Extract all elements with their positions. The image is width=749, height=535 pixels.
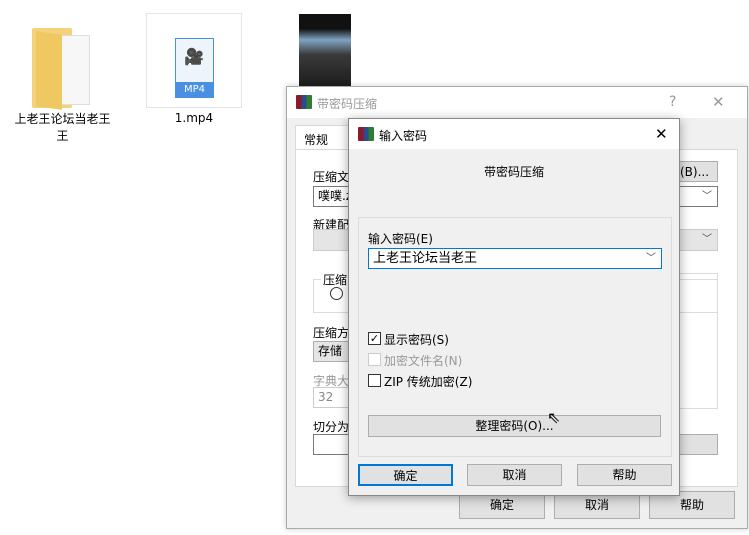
dialog-heading: 带密码压缩 <box>483 165 544 179</box>
folder-icon <box>32 23 94 110</box>
archive-name-label: 压缩文 <box>313 170 350 184</box>
desktop-item-mp4[interactable]: 🎥 MP4 1.mp4 <box>146 13 242 138</box>
method-label: 压缩方 <box>313 326 350 340</box>
video-file-icon: 🎥 MP4 <box>175 38 214 98</box>
help-button[interactable]: 帮助 <box>577 464 672 486</box>
winrar-icon <box>358 127 374 141</box>
show-password-label: 显示密码(S) <box>384 333 449 347</box>
options-box <box>677 273 718 409</box>
mp4-label: 1.mp4 <box>174 111 214 125</box>
dict-value: 32 <box>318 390 334 404</box>
split-label: 切分为 <box>313 420 350 434</box>
folder-label: 上老王论坛当老王 <box>14 112 111 126</box>
browse-button[interactable]: (B)... <box>677 161 718 182</box>
desktop-item-folder[interactable]: 上老王论坛当老王 王 <box>10 15 115 145</box>
zip-legacy-label: ZIP 传统加密(Z) <box>384 375 473 389</box>
format-group-label: 压缩 <box>321 271 350 288</box>
format-radio[interactable] <box>330 287 343 300</box>
mp4-badge: MP4 <box>175 82 214 98</box>
show-password-checkbox[interactable]: ✓ <box>368 332 381 345</box>
encrypt-names-checkbox[interactable] <box>368 353 381 366</box>
chevron-down-icon: ﹀ <box>702 234 712 245</box>
password-dialog: 输入密码 ✕ 带密码压缩 输入密码(E) 上老王论坛当老王 ﹀ ✓ 显示密码(S)… <box>348 118 680 496</box>
video-thumbnail[interactable] <box>299 14 351 88</box>
organize-passwords-button[interactable]: 整理密码(O)... <box>368 415 661 437</box>
chevron-down-icon: ﹀ <box>646 253 656 264</box>
dialog-title: 带密码压缩 <box>317 97 378 111</box>
archive-name-value: 噗噗.z <box>318 189 353 203</box>
folder-label-line2: 王 <box>56 129 69 143</box>
encrypt-names-label: 加密文件名(N) <box>384 354 463 368</box>
help-icon[interactable]: ? <box>669 94 676 110</box>
method-value: 存储 <box>318 344 343 358</box>
ok-button[interactable]: 确定 <box>358 464 453 486</box>
password-value: 上老王论坛当老王 <box>373 251 478 266</box>
chevron-down-icon: ﹀ <box>702 191 712 202</box>
cancel-button[interactable]: 取消 <box>467 464 562 486</box>
winrar-icon <box>296 95 312 109</box>
dialog-title: 输入密码 <box>379 129 428 143</box>
zip-legacy-checkbox[interactable] <box>368 374 381 387</box>
close-icon[interactable]: ✕ <box>655 125 668 143</box>
set-password-button[interactable] <box>677 434 718 455</box>
password-input[interactable]: 上老王论坛当老王 ﹀ <box>368 248 662 269</box>
close-icon[interactable]: ✕ <box>712 93 725 111</box>
tab-general[interactable]: 常规 <box>295 125 350 151</box>
cursor-icon: ⇖ <box>547 408 561 427</box>
password-label: 输入密码(E) <box>368 232 433 246</box>
tab-label: 常规 <box>304 133 329 147</box>
